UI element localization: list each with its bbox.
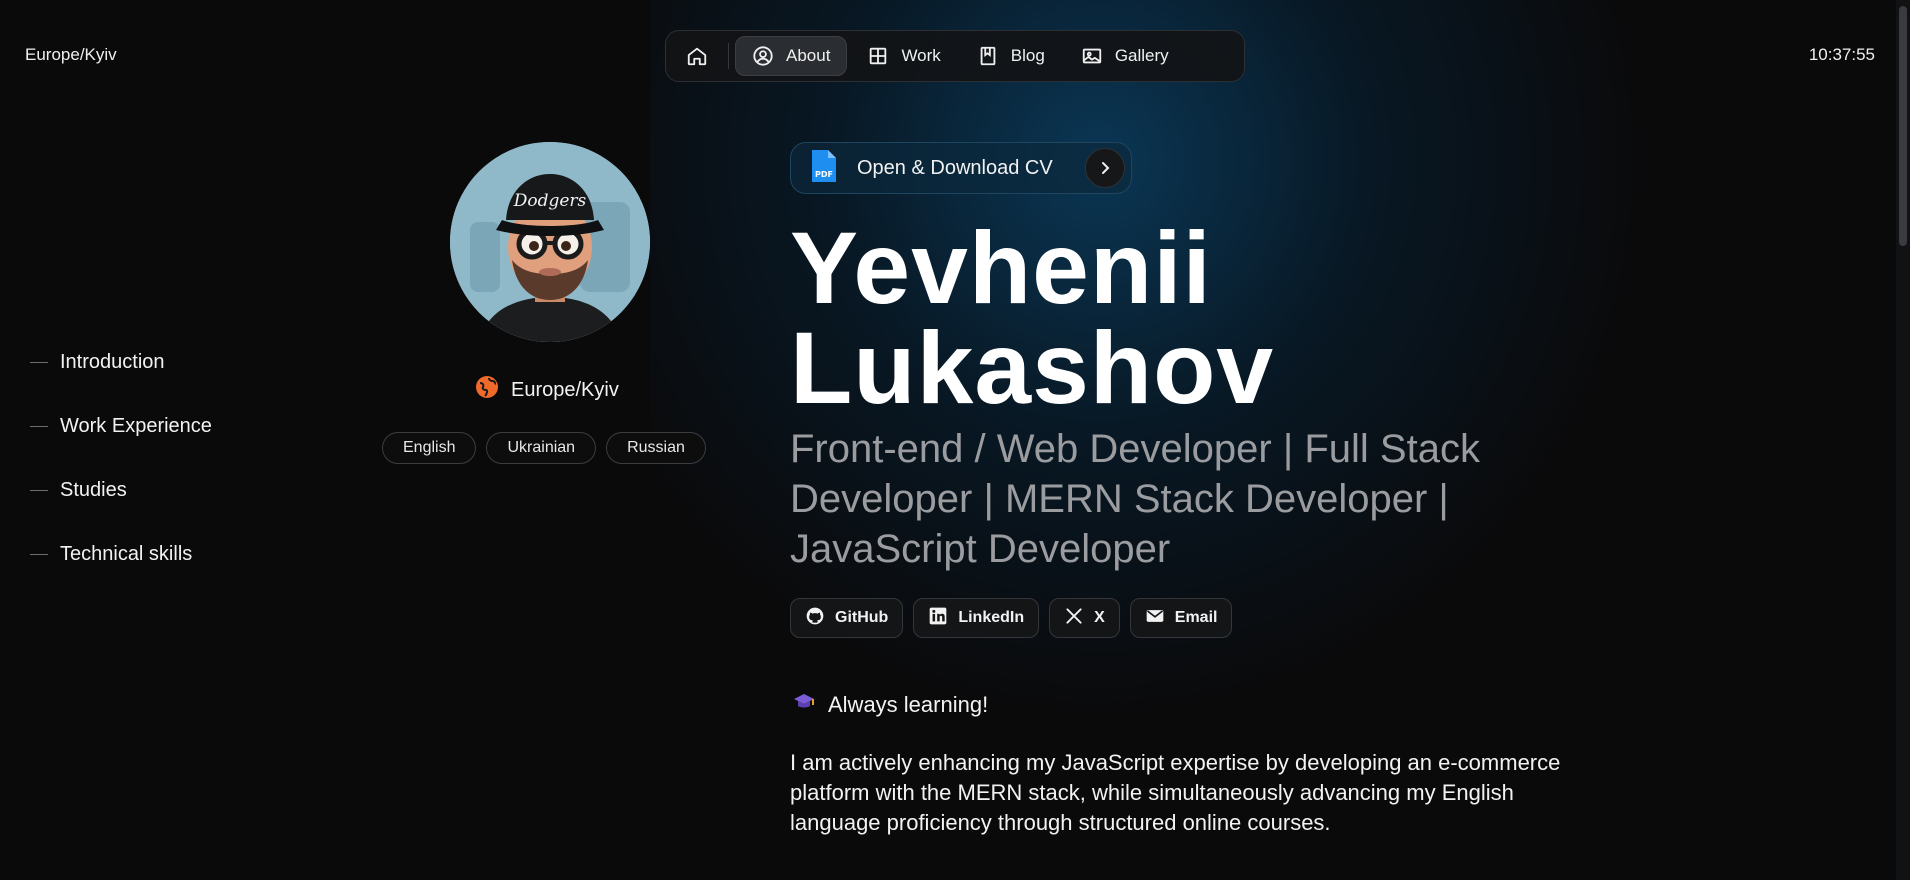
- location-label: Europe/Kyiv: [511, 378, 619, 401]
- avatar: Dodgers: [450, 142, 650, 342]
- page-scrollbar[interactable]: [1896, 0, 1910, 880]
- section-link-work-experience[interactable]: Work Experience: [30, 394, 212, 458]
- nav-about-tab[interactable]: About: [735, 36, 848, 76]
- social-links: GitHub LinkedIn X Email: [790, 598, 1233, 638]
- book-icon: [977, 45, 999, 67]
- globe-icon: [475, 375, 499, 405]
- email-button[interactable]: Email: [1129, 598, 1233, 638]
- badge-label: Always learning!: [828, 692, 989, 717]
- github-button[interactable]: GitHub: [790, 598, 904, 638]
- language-chip: Ukrainian: [486, 432, 597, 464]
- nav-gallery-label: Gallery: [1114, 46, 1169, 65]
- nav-blog-tab[interactable]: Blog: [961, 36, 1061, 76]
- nav-work-label: Work: [901, 46, 941, 65]
- linkedin-button[interactable]: LinkedIn: [913, 598, 1040, 638]
- linkedin-icon: [928, 606, 948, 631]
- about-paragraph: I am actively enhancing my JavaScript ex…: [790, 750, 1561, 835]
- language-chip: English: [382, 432, 477, 464]
- avatar-cap-text: Dodgers: [513, 191, 587, 211]
- graduation-cap-icon: [792, 690, 816, 720]
- github-icon: [805, 606, 825, 631]
- x-icon: [1064, 606, 1084, 631]
- dash-icon: [30, 553, 48, 555]
- open-download-cv-button[interactable]: PDF Open & Download CV: [790, 142, 1132, 194]
- nav-gallery-tab[interactable]: Gallery: [1065, 36, 1185, 76]
- header-clock: 10:37:55: [1808, 45, 1875, 64]
- language-list: English Ukrainian Russian: [382, 432, 706, 464]
- top-navbar: About Work Blog Gallery: [665, 30, 1245, 82]
- x-button[interactable]: X: [1049, 598, 1120, 638]
- image-icon: [1081, 45, 1103, 67]
- dash-icon: [30, 489, 48, 491]
- email-label: Email: [1174, 609, 1218, 626]
- scrollbar-thumb[interactable]: [1899, 6, 1907, 246]
- section-link-label: Work Experience: [60, 414, 212, 437]
- nav-divider: [728, 43, 729, 69]
- cv-label: Open & Download CV: [857, 156, 1053, 179]
- nav-about-label: About: [786, 46, 831, 65]
- dash-icon: [30, 425, 48, 427]
- job-headline: Front-end / Web Developer | Full Stack D…: [790, 427, 1480, 571]
- profile-location: Europe/Kyiv: [475, 375, 619, 405]
- github-label: GitHub: [835, 609, 889, 626]
- section-link-label: Studies: [60, 478, 127, 501]
- section-link-studies[interactable]: Studies: [30, 458, 212, 522]
- section-link-introduction[interactable]: Introduction: [30, 330, 212, 394]
- email-icon: [1145, 606, 1165, 631]
- nav-home-button[interactable]: [672, 36, 722, 76]
- page-title: Yevhenii Lukashov: [790, 217, 1274, 419]
- grid-icon: [867, 45, 889, 67]
- first-name: Yevhenii: [790, 211, 1212, 325]
- nav-blog-label: Blog: [1010, 46, 1045, 65]
- section-nav: Introduction Work Experience Studies Tec…: [30, 330, 212, 586]
- language-chip: Russian: [606, 432, 706, 464]
- linkedin-label: LinkedIn: [958, 609, 1025, 626]
- learning-badge: Always learning!: [792, 690, 988, 720]
- pdf-file-icon: PDF: [809, 148, 839, 189]
- section-link-label: Introduction: [60, 350, 165, 373]
- last-name: Lukashov: [790, 311, 1275, 425]
- pdf-label: PDF: [815, 170, 833, 179]
- header-timezone: Europe/Kyiv: [25, 45, 117, 64]
- user-circle-icon: [752, 45, 774, 67]
- x-label: X: [1094, 609, 1105, 626]
- section-link-label: Technical skills: [60, 542, 193, 565]
- home-icon: [686, 45, 708, 67]
- chevron-right-icon: [1085, 148, 1125, 188]
- section-link-technical-skills[interactable]: Technical skills: [30, 522, 212, 586]
- dash-icon: [30, 361, 48, 363]
- nav-work-tab[interactable]: Work: [851, 36, 956, 76]
